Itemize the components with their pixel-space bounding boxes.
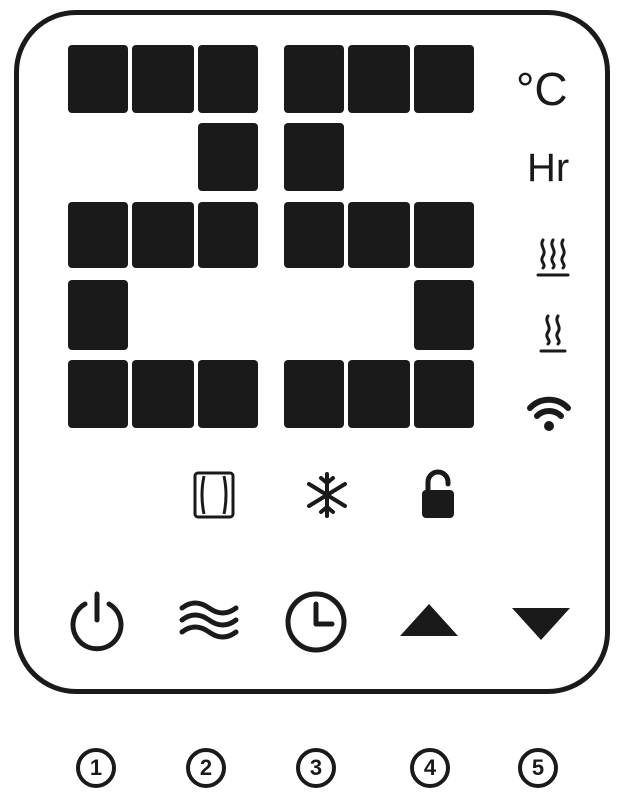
- display-segment: [198, 202, 258, 268]
- unlock-icon: [422, 469, 454, 518]
- wifi-icon: [527, 396, 571, 431]
- display-segment: [68, 202, 128, 268]
- power-button[interactable]: [66, 590, 128, 652]
- arrow-up-icon: [400, 604, 458, 636]
- display-segment: [414, 45, 474, 113]
- display-segment: [132, 202, 194, 268]
- heat-low-icon: [539, 314, 567, 353]
- up-button[interactable]: [396, 600, 462, 640]
- display-segment: [198, 45, 258, 113]
- display-segment: [348, 202, 410, 268]
- window-open-icon: [193, 471, 235, 519]
- display-segment: [414, 360, 474, 428]
- button-number-2: 2: [186, 748, 226, 788]
- button-number-5: 5: [518, 748, 558, 788]
- display-segment: [414, 202, 474, 268]
- timer-button[interactable]: [284, 590, 348, 654]
- heat-high-icon: [536, 238, 570, 277]
- button-number-3: 3: [296, 748, 336, 788]
- clock-icon: [285, 591, 347, 653]
- display-segment: [132, 45, 194, 113]
- display-segment: [198, 123, 258, 191]
- display-segment: [68, 360, 128, 428]
- power-icon: [70, 591, 124, 652]
- mode-waves-icon: [179, 600, 239, 640]
- button-number-1: 1: [76, 748, 116, 788]
- arrow-down-icon: [512, 608, 570, 640]
- display-segment: [284, 360, 344, 428]
- display-segment: [68, 45, 128, 113]
- display-segment: [284, 202, 344, 268]
- display-segment: [348, 45, 410, 113]
- display-segment: [284, 123, 344, 191]
- display-segment: [132, 360, 194, 428]
- mode-button[interactable]: [178, 598, 240, 642]
- display-segment: [348, 360, 410, 428]
- celsius-unit: °C: [516, 63, 568, 115]
- display-segment: [68, 280, 128, 350]
- button-number-4: 4: [410, 748, 450, 788]
- display-segment: [198, 360, 258, 428]
- frost-protection-icon: [307, 472, 347, 518]
- display-segment: [414, 280, 474, 350]
- down-button[interactable]: [508, 604, 574, 644]
- hours-unit: Hr: [527, 146, 570, 190]
- display-segment: [284, 45, 344, 113]
